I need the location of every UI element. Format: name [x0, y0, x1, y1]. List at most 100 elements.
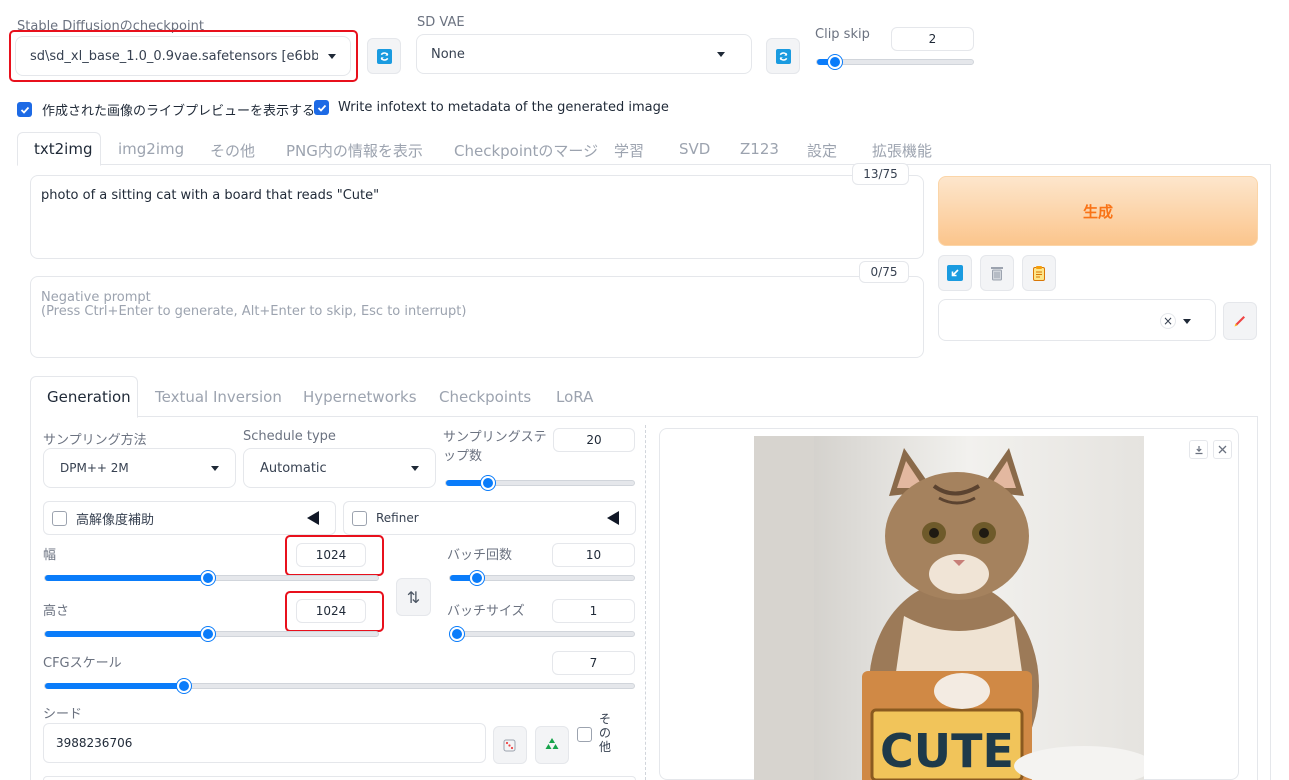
tab-extras[interactable]: その他 [210, 140, 255, 161]
width-label: 幅 [43, 548, 57, 563]
refiner-checkbox[interactable] [352, 510, 367, 526]
live-preview-option[interactable]: 作成された画像のライブプレビューを表示する [17, 100, 315, 119]
slider-thumb[interactable] [470, 571, 484, 585]
clip-skip-input[interactable]: 2 [891, 27, 974, 51]
subpanel-border [30, 417, 31, 780]
tab-z123[interactable]: Z123 [740, 140, 779, 158]
steps-input[interactable]: 20 [553, 428, 635, 452]
schedule-value: Automatic [260, 460, 327, 476]
chevron-down-icon [211, 465, 219, 471]
live-preview-label: 作成された画像のライブプレビューを表示する [42, 104, 316, 119]
refresh-vae-button[interactable] [766, 38, 800, 74]
hires-fix-accordion[interactable]: 高解像度補助 [43, 501, 336, 535]
batch-count-slider[interactable] [449, 571, 635, 585]
column-divider [645, 425, 646, 780]
schedule-label: Schedule type [243, 429, 336, 444]
vae-label: SD VAE [417, 15, 465, 30]
cfg-slider[interactable] [44, 679, 635, 693]
subtab-checkpoints[interactable]: Checkpoints [439, 388, 531, 406]
subtab-lora[interactable]: LoRA [556, 388, 593, 406]
schedule-dropdown[interactable]: Automatic [243, 448, 436, 488]
board-text: CUTE [880, 724, 1014, 778]
dice-icon [503, 739, 516, 752]
negative-token-counter: 0/75 [859, 261, 909, 283]
edit-styles-button[interactable] [1223, 302, 1257, 340]
highlight-width [285, 535, 384, 576]
clip-skip-slider[interactable] [816, 55, 974, 69]
trash-icon [991, 267, 1003, 281]
tab-divider [17, 164, 1271, 165]
clear-prompt-button[interactable] [980, 255, 1014, 291]
prompt-text: photo of a sitting cat with a board that… [41, 188, 380, 203]
subtab-textual-inversion[interactable]: Textual Inversion [155, 388, 282, 406]
generate-button[interactable]: 生成 [938, 176, 1258, 246]
random-seed-button[interactable] [493, 726, 527, 764]
seed-label: シード [43, 707, 83, 722]
close-icon [1218, 445, 1227, 454]
checkbox-checked-icon[interactable] [17, 102, 32, 117]
negative-placeholder: Negative prompt [41, 290, 151, 305]
recycle-icon [545, 738, 559, 749]
clear-icon[interactable]: × [1160, 313, 1176, 329]
hires-checkbox[interactable] [52, 510, 67, 526]
pencil-icon [1234, 316, 1245, 327]
slider-thumb[interactable] [177, 679, 191, 693]
cfg-input[interactable]: 7 [552, 651, 635, 675]
prompt-input[interactable]: photo of a sitting cat with a board that… [30, 175, 924, 259]
tab-extensions[interactable]: 拡張機能 [872, 140, 932, 161]
highlight-height [285, 591, 384, 632]
tab-img2img[interactable]: img2img [118, 140, 184, 158]
seed-value: 3988236706 [56, 736, 133, 750]
paste-params-button[interactable] [938, 255, 972, 291]
vae-dropdown[interactable]: None [416, 34, 752, 74]
width-slider[interactable] [44, 571, 379, 585]
collapse-arrow-icon[interactable] [607, 511, 619, 525]
generated-image[interactable]: CUTE [754, 436, 1144, 780]
panel-border [1270, 165, 1271, 780]
negative-placeholder-hint: (Press Ctrl+Enter to generate, Alt+Enter… [41, 304, 467, 319]
subpanel-border-right [1257, 417, 1258, 780]
height-label: 高さ [43, 604, 70, 619]
tab-svd[interactable]: SVD [679, 140, 710, 158]
batch-size-slider[interactable] [449, 627, 635, 641]
batch-count-label: バッチ回数 [447, 548, 513, 563]
tab-train[interactable]: 学習 [614, 140, 644, 161]
refiner-accordion[interactable]: Refiner [343, 501, 636, 535]
slider-thumb[interactable] [450, 627, 464, 641]
download-button[interactable] [1189, 440, 1208, 459]
batch-size-label: バッチサイズ [447, 604, 525, 619]
extra-seed-label: その他 [599, 712, 612, 754]
styles-dropdown[interactable]: × [938, 299, 1216, 341]
slider-thumb[interactable] [828, 55, 842, 69]
slider-thumb[interactable] [481, 476, 495, 490]
reuse-seed-button[interactable] [535, 726, 569, 764]
subtab-generation[interactable]: Generation [47, 388, 131, 406]
highlight-checkpoint [9, 30, 358, 82]
subtab-hypernetworks[interactable]: Hypernetworks [303, 388, 417, 406]
tab-txt2img[interactable]: txt2img [34, 140, 92, 158]
tab-png-info[interactable]: PNG内の情報を表示 [286, 140, 423, 161]
batch-count-input[interactable]: 10 [552, 543, 635, 567]
batch-size-input[interactable]: 1 [552, 599, 635, 623]
swap-dimensions-button[interactable]: ⇅ [396, 578, 431, 616]
styles-button[interactable] [1022, 255, 1056, 291]
vae-value: None [431, 46, 465, 62]
extra-seed-checkbox[interactable] [577, 727, 592, 746]
steps-slider[interactable] [445, 476, 635, 490]
generate-label: 生成 [1082, 202, 1113, 221]
sampler-dropdown[interactable]: DPM++ 2M [43, 448, 236, 488]
checkbox-checked-icon[interactable] [314, 100, 329, 115]
close-preview-button[interactable] [1213, 440, 1232, 459]
seed-input[interactable]: 3988236706 [43, 723, 486, 763]
tab-checkpoint-merger[interactable]: Checkpointのマージ [454, 140, 598, 161]
refresh-icon [376, 48, 392, 64]
tab-settings[interactable]: 設定 [807, 140, 837, 161]
slider-thumb[interactable] [201, 571, 215, 585]
height-slider[interactable] [44, 627, 379, 641]
infotext-option[interactable]: Write infotext to metadata of the genera… [314, 100, 669, 115]
refresh-checkpoint-button[interactable] [367, 38, 401, 74]
collapse-arrow-icon[interactable] [307, 511, 319, 525]
slider-thumb[interactable] [201, 627, 215, 641]
infotext-label: Write infotext to metadata of the genera… [338, 100, 669, 115]
negative-prompt-input[interactable]: Negative prompt (Press Ctrl+Enter to gen… [30, 276, 924, 358]
